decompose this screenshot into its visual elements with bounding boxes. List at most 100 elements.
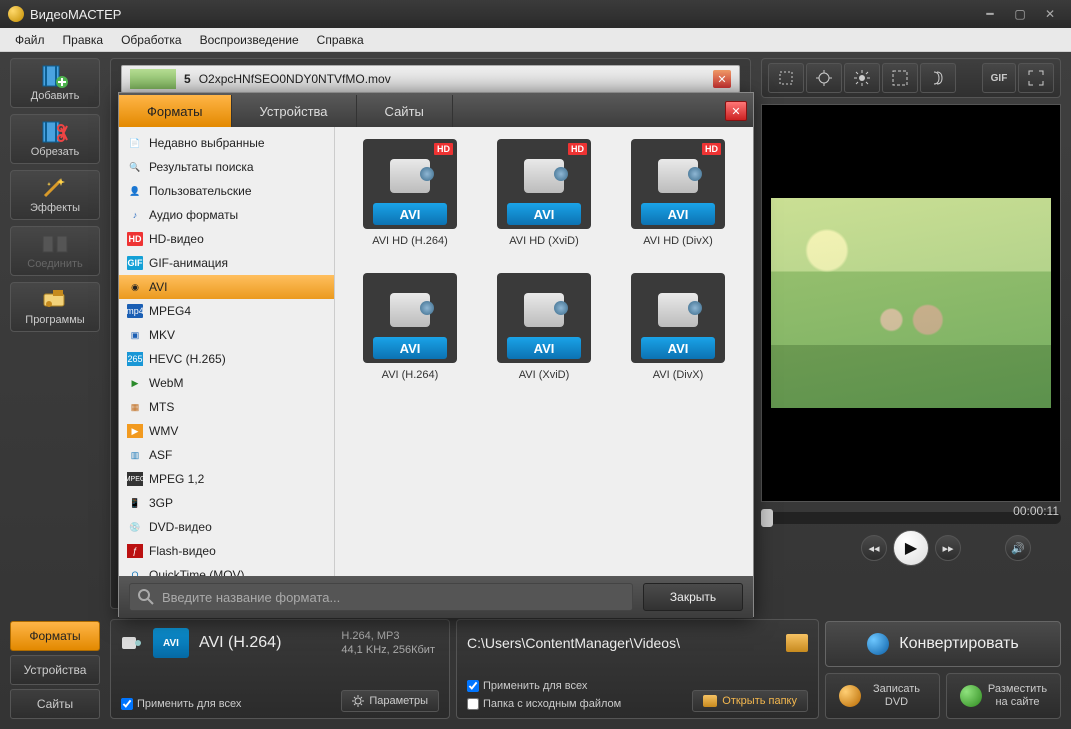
preview-video[interactable]: [761, 104, 1061, 502]
params-label: Параметры: [369, 695, 428, 707]
apply-all-output-input[interactable]: [467, 680, 479, 692]
dialog-tabs: Форматы Устройства Сайты ✕: [119, 93, 753, 127]
cat-3gp[interactable]: 📱3GP: [119, 491, 334, 515]
cat-webm[interactable]: ▶WebM: [119, 371, 334, 395]
video-row-remove-button[interactable]: ✕: [713, 70, 731, 88]
cat-wmv[interactable]: ▶WMV: [119, 419, 334, 443]
next-button[interactable]: ▸▸: [935, 535, 961, 561]
cat-flash[interactable]: ƒFlash-видео: [119, 539, 334, 563]
dialog-tab-sites[interactable]: Сайты: [357, 95, 453, 127]
globe-icon: [960, 685, 982, 707]
browse-folder-button[interactable]: [786, 634, 808, 652]
cat-custom[interactable]: 👤Пользовательские: [119, 179, 334, 203]
gif-tool-button[interactable]: GIF: [982, 63, 1016, 93]
preset-item[interactable]: AVI AVI (XviD): [481, 273, 607, 401]
preset-badge: AVI: [507, 203, 581, 225]
recent-icon: 📄: [127, 136, 143, 150]
sidebar-trim-button[interactable]: Обрезать: [10, 114, 100, 164]
cat-label: WebM: [149, 376, 183, 390]
preset-item[interactable]: AVI AVI (H.264): [347, 273, 473, 401]
cat-label: DVD-видео: [149, 520, 212, 534]
cat-quicktime[interactable]: QQuickTime (MOV): [119, 563, 334, 576]
publish-web-button[interactable]: Разместить на сайте: [946, 673, 1061, 719]
format-search-input[interactable]: Введите название формата...: [129, 583, 633, 611]
sidebar-programs-button[interactable]: Программы: [10, 282, 100, 332]
cat-mpeg4[interactable]: mp4MPEG4: [119, 299, 334, 323]
dialog-tab-devices[interactable]: Устройства: [232, 95, 357, 127]
seek-knob-icon[interactable]: [761, 509, 773, 527]
crop-tool-button[interactable]: [768, 63, 804, 93]
enhance-tool-button[interactable]: [806, 63, 842, 93]
fullscreen-tool-button[interactable]: [1018, 63, 1054, 93]
menu-process[interactable]: Обработка: [112, 33, 191, 47]
format-badge-label: AVI: [163, 638, 179, 649]
cat-mkv[interactable]: ▣MKV: [119, 323, 334, 347]
menu-playback[interactable]: Воспроизведение: [191, 33, 308, 47]
tab-sites[interactable]: Сайты: [10, 689, 100, 719]
window-maximize-button[interactable]: ▢: [1007, 6, 1033, 22]
wmv-icon: ▶: [127, 424, 143, 438]
cat-audio[interactable]: ♪Аудио форматы: [119, 203, 334, 227]
brightness-tool-button[interactable]: [844, 63, 880, 93]
same-folder-input[interactable]: [467, 698, 479, 710]
tab-formats[interactable]: Форматы: [10, 621, 100, 651]
apply-all-output-checkbox[interactable]: Применить для всех: [467, 680, 587, 692]
film-join-icon: [41, 232, 69, 256]
menu-help[interactable]: Справка: [308, 33, 373, 47]
cat-label: QuickTime (MOV): [149, 568, 245, 576]
window-minimize-button[interactable]: ━: [977, 6, 1003, 22]
flash-icon: ƒ: [127, 544, 143, 558]
menu-edit[interactable]: Правка: [54, 33, 113, 47]
params-button[interactable]: Параметры: [341, 690, 439, 712]
same-folder-checkbox[interactable]: Папка с исходным файлом: [467, 698, 621, 710]
preset-item[interactable]: AVI AVI (DivX): [615, 273, 741, 401]
cat-label: MPEG 1,2: [149, 472, 204, 486]
cat-dvd[interactable]: 💿DVD-видео: [119, 515, 334, 539]
camcorder-icon: [516, 153, 572, 199]
crop-marquee-tool-button[interactable]: [882, 63, 918, 93]
dialog-close-x-button[interactable]: ✕: [725, 101, 747, 121]
cat-mpeg12[interactable]: MPEGMPEG 1,2: [119, 467, 334, 491]
cat-label: AVI: [149, 280, 167, 294]
sidebar-join-button[interactable]: Соединить: [10, 226, 100, 276]
search-placeholder: Введите название формата...: [162, 590, 340, 605]
sidebar-add-button[interactable]: Добавить: [10, 58, 100, 108]
cat-gif[interactable]: GIFGIF-анимация: [119, 251, 334, 275]
burn-dvd-button[interactable]: Записать DVD: [825, 673, 940, 719]
dialog-close-button[interactable]: Закрыть: [643, 583, 743, 611]
cat-mts[interactable]: ▦MTS: [119, 395, 334, 419]
programs-icon: [41, 288, 69, 312]
sidebar-effects-label: Эффекты: [30, 202, 80, 214]
convert-button[interactable]: Конвертировать: [825, 621, 1061, 667]
preset-item[interactable]: HD AVI AVI HD (DivX): [615, 139, 741, 267]
video-list-row[interactable]: 5 O2xpcHNfSEO0NDY0NTVfMO.mov ✕: [121, 65, 740, 93]
prev-button[interactable]: ◂◂: [861, 535, 887, 561]
cat-label: MKV: [149, 328, 175, 342]
preset-item[interactable]: HD AVI AVI HD (XviD): [481, 139, 607, 267]
volume-button[interactable]: 🔊: [1005, 535, 1031, 561]
preset-item[interactable]: HD AVI AVI HD (H.264): [347, 139, 473, 267]
sidebar-effects-button[interactable]: Эффекты: [10, 170, 100, 220]
open-folder-button[interactable]: Открыть папку: [692, 690, 808, 712]
cat-recent[interactable]: 📄Недавно выбранные: [119, 131, 334, 155]
cat-avi[interactable]: ◉AVI: [119, 275, 334, 299]
hd-icon: HD: [127, 232, 143, 246]
play-button[interactable]: ▶: [893, 530, 929, 566]
film-scissors-icon: [41, 120, 69, 144]
apply-all-format-checkbox[interactable]: Применить для всех: [121, 698, 241, 710]
format-camera-icon: [121, 634, 143, 652]
cat-hd[interactable]: HDHD-видео: [119, 227, 334, 251]
dialog-tab-formats[interactable]: Форматы: [119, 95, 232, 127]
camcorder-icon: [650, 287, 706, 333]
cat-asf[interactable]: ▥ASF: [119, 443, 334, 467]
cat-search-results[interactable]: 🔍Результаты поиска: [119, 155, 334, 179]
preview-panel: GIF 00:00:11 ◂◂ ▶ ▸▸ 🔊: [761, 58, 1061, 609]
cat-hevc[interactable]: 265HEVC (H.265): [119, 347, 334, 371]
preset-card: HD AVI: [631, 139, 725, 229]
window-close-button[interactable]: ✕: [1037, 6, 1063, 22]
tab-devices[interactable]: Устройства: [10, 655, 100, 685]
menu-file[interactable]: Файл: [6, 33, 54, 47]
apply-all-format-input[interactable]: [121, 698, 133, 710]
speed-tool-button[interactable]: [920, 63, 956, 93]
titlebar: ВидеоМАСТЕР ━ ▢ ✕: [0, 0, 1071, 28]
